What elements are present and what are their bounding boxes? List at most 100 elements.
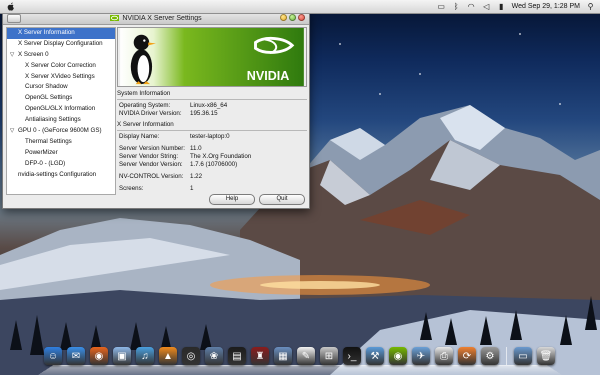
- info-key: Display Name:: [119, 133, 160, 140]
- preview2-icon[interactable]: ▦: [274, 347, 292, 365]
- x-server-information-title: X Server Information: [117, 121, 174, 128]
- tree-item[interactable]: Cursor Shadow: [7, 82, 115, 93]
- settings-tree: X Server Information X Server Display Con…: [6, 27, 116, 195]
- terminal2-icon[interactable]: ›_: [343, 347, 361, 365]
- tree-item-label: X Server Information: [18, 29, 75, 36]
- system-information-title: System Information: [117, 90, 171, 97]
- system-prefs-icon[interactable]: ⚙: [481, 347, 499, 365]
- tree-item-label: X Server XVideo Settings: [25, 72, 95, 80]
- tree-item-label: GPU 0 - (GeForce 9600M GS): [18, 127, 102, 135]
- tree-item-label: X Server Color Correction: [25, 61, 96, 69]
- apple-logo-icon[interactable]: [6, 2, 16, 12]
- tree-item[interactable]: OpenGL/GLX Information: [7, 104, 115, 115]
- photo-booth-icon[interactable]: ◎: [182, 347, 200, 365]
- main-panel: NVIDIA System Information Operating Syst…: [117, 27, 307, 193]
- info-key: Server Vendor String:: [119, 153, 179, 160]
- tree-item-label: OpenGL Settings: [25, 94, 73, 102]
- info-key: NV-CONTROL Version:: [119, 173, 184, 180]
- tree-item[interactable]: DFP-0 - (LGD): [7, 159, 115, 170]
- finder-icon[interactable]: ☺: [44, 347, 62, 365]
- xcode-icon[interactable]: ⚒: [366, 347, 384, 365]
- tree-item[interactable]: PowerMizer: [7, 148, 115, 159]
- nvidia-banner: NVIDIA: [117, 27, 307, 87]
- info-key: Operating System:: [119, 102, 171, 109]
- info-key: Screens:: [119, 185, 144, 192]
- info-row: NVIDIA Driver Version: 195.36.15: [117, 110, 307, 118]
- expander-icon[interactable]: ▽: [10, 50, 14, 61]
- expander-icon[interactable]: ▽: [10, 126, 14, 137]
- minimize-button[interactable]: [280, 14, 287, 21]
- info-key: Server Version Number:: [119, 145, 186, 152]
- info-value: The X.Org Foundation: [190, 153, 252, 160]
- info-row: Operating System: Linux-x86_64: [117, 102, 307, 110]
- x-server-information-section: X Server Information Display Name: teste…: [117, 121, 307, 193]
- tree-item[interactable]: ▽ X Screen 0: [7, 50, 115, 61]
- textedit-icon[interactable]: ✎: [297, 347, 315, 365]
- info-row: NV-CONTROL Version: 1.22: [117, 173, 307, 181]
- tree-item[interactable]: X Server Display Configuration: [7, 39, 115, 50]
- info-row: Display Name: tester-laptop:0: [117, 133, 307, 141]
- menu-clock[interactable]: Wed Sep 29, 1:28 PM: [512, 3, 580, 10]
- info-row: Server Vendor String: The X.Org Foundatio…: [117, 153, 307, 161]
- tree-item[interactable]: X Server Information: [7, 28, 115, 39]
- menu-bar: ▭ ᛒ ◠ ◁ ▮ Wed Sep 29, 1:28 PM ⚲: [0, 0, 600, 14]
- dialog-buttons: Help Quit: [209, 194, 305, 205]
- nvidia-eye-icon: [110, 15, 120, 21]
- tree-item[interactable]: ▽ GPU 0 - (GeForce 9600M GS): [7, 126, 115, 137]
- info-value: 1.7.6 (10706000): [190, 161, 238, 168]
- itunes-icon[interactable]: ♫: [136, 347, 154, 365]
- tree-item[interactable]: X Server Color Correction: [7, 61, 115, 72]
- tree-item-label: OpenGL/GLX Information: [25, 105, 96, 113]
- printer-icon[interactable]: ⎙: [435, 347, 453, 365]
- tree-item[interactable]: X Server XVideo Settings: [7, 72, 115, 83]
- maximize-button[interactable]: [289, 14, 296, 21]
- info-key: NVIDIA Driver Version:: [119, 110, 182, 117]
- tree-item-label: PowerMizer: [25, 148, 58, 156]
- volume-icon[interactable]: ◁: [482, 2, 491, 11]
- bluetooth-icon[interactable]: ᛒ: [452, 2, 461, 11]
- info-row: Server Vendor Version: 1.7.6 (10706000): [117, 161, 307, 169]
- trash-icon[interactable]: 🗑: [537, 347, 555, 365]
- system-information-section: System Information Operating System: Linu…: [117, 90, 307, 118]
- iphoto-icon[interactable]: ❀: [205, 347, 223, 365]
- tree-item-label: Cursor Shadow: [25, 83, 68, 91]
- display-icon[interactable]: ▭: [437, 2, 446, 11]
- tree-item-label: Thermal Settings: [25, 137, 72, 145]
- sync-icon[interactable]: ⟳: [458, 347, 476, 365]
- nvidia-logo-text: NVIDIA: [247, 69, 290, 83]
- tree-item-label: nvidia-settings Configuration: [18, 170, 97, 178]
- tree-item[interactable]: OpenGL Settings: [7, 93, 115, 104]
- quit-button[interactable]: Quit: [259, 194, 305, 205]
- tree-item[interactable]: nvidia-settings Configuration: [7, 170, 115, 181]
- firefox-icon[interactable]: ◉: [90, 347, 108, 365]
- nvidia-icon[interactable]: ◉: [389, 347, 407, 365]
- info-key: Server Vendor Version:: [119, 161, 183, 168]
- tree-item[interactable]: Antialiasing Settings: [7, 115, 115, 126]
- close-button[interactable]: [298, 14, 305, 21]
- tree-item-label: X Server Display Configuration: [18, 39, 103, 47]
- mail-icon[interactable]: ✈: [412, 347, 430, 365]
- terminal-icon[interactable]: ▤: [228, 347, 246, 365]
- help-button[interactable]: Help: [209, 194, 255, 205]
- info-value: 11.0: [190, 145, 202, 152]
- nvidia-settings-window: NVIDIA X Server Settings X Server Inform…: [2, 11, 310, 209]
- calculator-icon[interactable]: ⊞: [320, 347, 338, 365]
- wifi-icon[interactable]: ◠: [467, 2, 476, 11]
- spotlight-search-icon[interactable]: ⚲: [586, 2, 595, 11]
- app-store-icon[interactable]: ✉: [67, 347, 85, 365]
- tree-item-label: DFP-0 - (LGD): [25, 159, 66, 167]
- info-value: Linux-x86_64: [190, 102, 228, 109]
- toolbar-toggle-button[interactable]: [7, 14, 21, 23]
- info-value: 1.22: [190, 173, 203, 180]
- battery-icon[interactable]: ▮: [497, 2, 506, 11]
- vlc-icon[interactable]: ▲: [159, 347, 177, 365]
- folder-icon[interactable]: ▭: [514, 347, 532, 365]
- tree-item[interactable]: Thermal Settings: [7, 137, 115, 148]
- info-row: Screens: 1: [117, 185, 307, 193]
- wine-icon[interactable]: ♜: [251, 347, 269, 365]
- info-value: 1: [190, 185, 194, 192]
- preview-icon[interactable]: ▣: [113, 347, 131, 365]
- dock-separator: [506, 347, 507, 365]
- window-title: NVIDIA X Server Settings: [122, 14, 202, 22]
- dock: ☺ ✉ ◉ ▣ ♫ ▲ ◎ ❀ ▤ ♜ ▦ ✎ ⊞ ›_ ⚒ ◉ ✈ ⎙ ⟳ ⚙ ▭ 🗑: [38, 345, 562, 375]
